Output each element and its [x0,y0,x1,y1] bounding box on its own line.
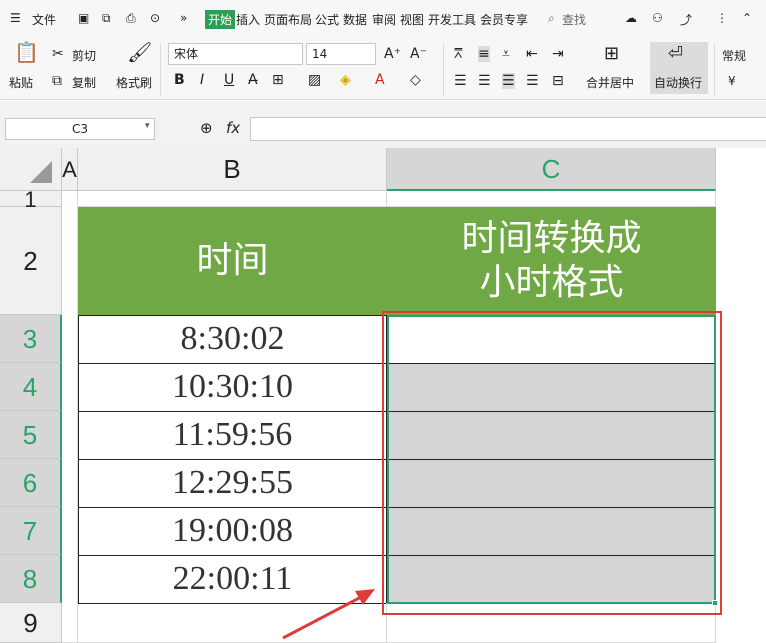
paste-icon[interactable]: 📋 [14,42,39,62]
paste-button[interactable]: 粘贴 [9,74,33,91]
cell-b2-header[interactable]: 时间 [78,207,387,315]
print-icon[interactable]: ⎙ [126,11,136,26]
font-color-icon[interactable]: A [375,72,385,88]
column-header-c[interactable]: C [387,148,716,191]
share-user-icon[interactable]: ⚇ [652,11,663,25]
column-header-a[interactable]: A [62,148,78,191]
row-header-7[interactable]: 7 [0,507,62,555]
formula-bar: C3 ▾ ⊕ fx [0,101,766,148]
name-box[interactable]: C3 [5,118,155,140]
format-painter-button[interactable]: 格式刷 [116,74,152,91]
more-icon[interactable]: » [180,11,187,25]
preview-icon[interactable]: ⊙ [150,11,160,25]
font-size-select[interactable]: 14 [306,43,376,65]
fill-color-icon[interactable]: ◈ [340,72,351,88]
merge-center-button[interactable]: 合并居中 [586,74,634,91]
column-header-b[interactable]: B [78,148,387,191]
cell-c1[interactable] [387,191,716,207]
row-header-8[interactable]: 8 [0,555,62,603]
search-icon[interactable]: ⌕ [548,11,555,26]
cell-b3[interactable]: 8:30:02 [78,315,387,364]
decrease-font-icon[interactable]: A⁻ [410,46,427,62]
currency-format-button[interactable]: ¥ [728,74,736,88]
tab-developer[interactable]: 开发工具 [428,11,476,28]
ribbon: 📋 粘贴 ✂ 剪切 ⧉ 复制 🖌 格式刷 宋体 14 A⁺ A⁻ B I U A… [0,40,766,100]
divider [160,44,161,96]
align-center-icon[interactable]: ☰ [478,73,491,89]
annotation-arrow-icon [282,589,375,640]
row-header-3[interactable]: 3 [0,315,62,363]
fill-effect-icon[interactable]: ▨ [308,72,321,88]
align-top-icon[interactable]: ⩞ [454,46,463,62]
header-c-line2: 小时格式 [479,262,624,303]
tab-data[interactable]: 数据 [343,11,367,28]
row-header-1[interactable]: 1 [0,189,62,211]
name-box-dropdown-icon[interactable]: ▾ [145,121,150,131]
distribute-icon[interactable]: ⊟ [552,73,564,89]
cut-icon[interactable]: ✂ [52,46,64,62]
tab-formula[interactable]: 公式 [315,11,339,28]
border-icon[interactable]: ⊞ [272,72,284,88]
cloud-icon[interactable]: ☁ [625,11,637,25]
increase-font-icon[interactable]: A⁺ [384,46,401,62]
fx-icon[interactable]: fx [226,119,240,137]
underline-icon[interactable]: U [224,72,234,88]
annotation-red-box [382,311,722,615]
cell-b4[interactable]: 10:30:10 [78,363,387,412]
tab-review[interactable]: 审阅 [372,11,396,28]
menu-icon[interactable]: ☰ [10,11,21,25]
cell-c2-header[interactable]: 时间转换成 小时格式 [387,207,716,315]
tab-home[interactable]: 开始 [205,10,236,29]
align-bottom-icon[interactable]: ⩡ [502,46,510,62]
search-label[interactable]: 查找 [562,11,586,28]
merge-center-icon[interactable]: ⊞ [604,45,619,63]
export-icon[interactable]: ⧉ [102,11,111,26]
header-c-line1: 时间转换成 [461,218,642,259]
wrap-text-button[interactable]: 自动换行 [654,74,702,91]
cell-b6[interactable]: 12:29:55 [78,459,387,508]
share-icon[interactable]: ⤴ [680,11,692,28]
tab-insert[interactable]: 插入 [236,11,260,28]
strikethrough-icon[interactable]: A̶ [248,72,258,88]
format-painter-icon[interactable]: 🖌 [127,42,152,62]
row-header-6[interactable]: 6 [0,459,62,507]
indent-decrease-icon[interactable]: ⇤ [526,46,538,62]
wrap-text-icon[interactable]: ⏎ [668,45,683,63]
divider [443,44,444,96]
save-icon[interactable]: ▣ [78,11,89,25]
row-header-2[interactable]: 2 [0,207,62,315]
font-name-select[interactable]: 宋体 [168,43,303,65]
divider [714,44,715,96]
justify-icon[interactable]: ☰ [526,73,539,89]
copy-button[interactable]: 复制 [72,74,96,91]
formula-input[interactable] [250,117,766,141]
copy-icon[interactable]: ⧉ [52,73,62,89]
select-all-corner[interactable] [0,148,62,191]
cell-b7[interactable]: 19:00:08 [78,507,387,556]
tab-page-layout[interactable]: 页面布局 [264,11,312,28]
row-header-5[interactable]: 5 [0,411,62,459]
align-middle-icon[interactable]: ≡ [478,46,490,62]
number-format-select[interactable]: 常规 [722,47,746,64]
collapse-ribbon-icon[interactable]: ⌃ [742,11,752,25]
row-header-4[interactable]: 4 [0,363,62,411]
italic-icon[interactable]: I [200,72,204,88]
align-right-icon[interactable]: ☰ [502,73,515,89]
column-a-cells[interactable] [62,191,78,643]
cell-b1[interactable] [78,191,387,207]
menu-file[interactable]: 文件 [32,11,56,28]
row-header-9[interactable]: 9 [0,603,62,643]
menu-bar: ☰ 文件 ▣ ⧉ ⎙ ⊙ » 开始 插入 页面布局 公式 数据 审阅 视图 开发… [0,0,766,40]
clear-format-icon[interactable]: ◇ [410,72,421,88]
cell-b5[interactable]: 11:59:56 [78,411,387,460]
bold-icon[interactable]: B [174,72,185,88]
indent-increase-icon[interactable]: ⇥ [552,46,564,62]
tab-member[interactable]: 会员专享 [480,11,528,28]
zoom-icon[interactable]: ⊕ [200,119,213,137]
more-options-icon[interactable]: ⋮ [716,11,728,25]
tab-view[interactable]: 视图 [400,11,424,28]
cut-button[interactable]: 剪切 [72,47,96,64]
align-left-icon[interactable]: ☰ [454,73,467,89]
spreadsheet-grid: A B C 1 2 3 4 5 6 7 8 9 时间 时间转换成 小时格式 8:… [0,148,766,643]
